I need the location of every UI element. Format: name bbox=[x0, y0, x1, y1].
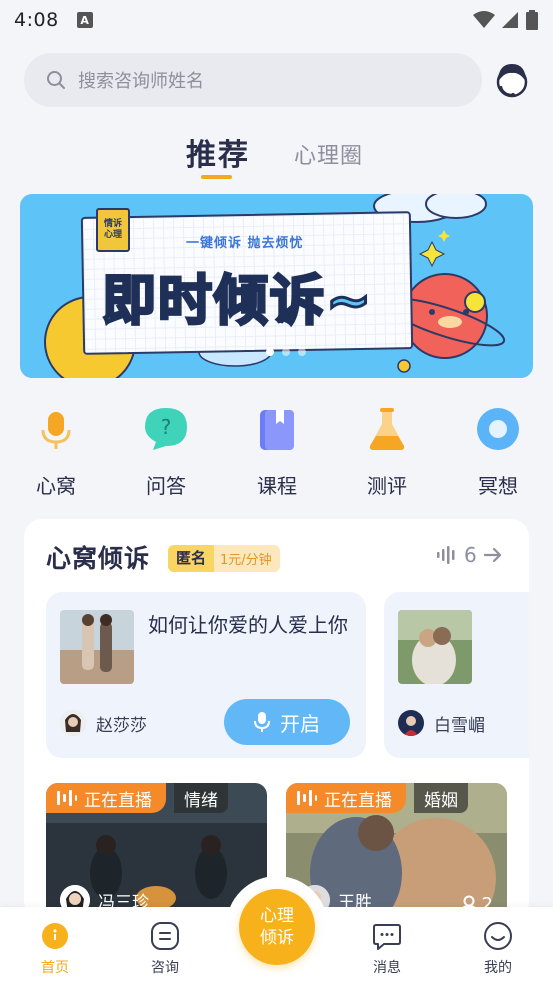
home-icon bbox=[42, 923, 68, 949]
banner-dot[interactable] bbox=[266, 348, 274, 356]
section-title: 心窝倾诉 bbox=[46, 544, 151, 573]
status-time: 4:08 bbox=[14, 9, 59, 31]
topic-photo bbox=[398, 610, 472, 684]
quick-menu-label: 课程 bbox=[257, 474, 297, 498]
consult-icon bbox=[151, 922, 179, 950]
nav-label: 我的 bbox=[484, 960, 512, 976]
topic-card[interactable]: 如何让你爱的人爱上你 赵莎莎 开启 bbox=[46, 592, 366, 758]
tab-active-indicator bbox=[201, 175, 232, 179]
nav-label: 首页 bbox=[41, 960, 69, 976]
host-avatar bbox=[60, 710, 86, 736]
live-tag: 正在直播 bbox=[46, 783, 166, 813]
book-icon bbox=[260, 410, 294, 450]
host-info: 赵莎莎 bbox=[60, 710, 147, 736]
tab-psychology-circle[interactable]: 心理圈 bbox=[294, 138, 363, 170]
search-icon bbox=[47, 71, 65, 89]
profile-smile-icon bbox=[484, 922, 512, 950]
nav-messages[interactable]: 消息 bbox=[352, 921, 422, 981]
quick-menu: 心窝 ? 问答 课程 测评 冥想 bbox=[0, 404, 553, 500]
banner-dot[interactable] bbox=[298, 348, 306, 356]
banner-subtitle: 一键倾诉 抛去烦忧 bbox=[186, 236, 304, 251]
xinwo-section: 心窝倾诉 匿名 1元/分钟 6 如何让你爱的人爱上你 赵莎莎 开启 白雪嵋 正在… bbox=[24, 519, 529, 919]
live-tag-label: 正在直播 bbox=[324, 790, 392, 811]
live-wave-icon bbox=[57, 790, 77, 806]
nav-label: 消息 bbox=[373, 960, 401, 976]
notification-icon: A bbox=[76, 12, 93, 28]
open-button-label: 开启 bbox=[280, 711, 320, 736]
host-info: 白雪嵋 bbox=[398, 710, 485, 736]
open-button[interactable]: 开启 bbox=[224, 699, 350, 745]
status-icons bbox=[473, 10, 539, 30]
live-category: 情绪 bbox=[174, 783, 228, 813]
quick-menu-item-meditation[interactable]: 冥想 bbox=[458, 404, 538, 500]
nav-home[interactable]: 首页 bbox=[20, 921, 90, 981]
host-name: 赵莎莎 bbox=[96, 715, 147, 736]
arrow-right-icon bbox=[483, 547, 501, 563]
sound-wave-icon bbox=[437, 546, 455, 564]
listener-count: 6 bbox=[464, 543, 477, 567]
message-icon bbox=[373, 924, 401, 950]
wifi-icon bbox=[473, 11, 495, 28]
anonymous-badge: 匿名 1元/分钟 bbox=[168, 545, 280, 572]
tab-recommend[interactable]: 推荐 bbox=[186, 130, 250, 174]
topic-title: 如何让你爱的人爱上你 bbox=[148, 613, 348, 637]
anonymous-label: 匿名 bbox=[168, 545, 215, 572]
status-bar: 4:08 A bbox=[0, 0, 553, 40]
center-button-line2: 倾诉 bbox=[260, 928, 294, 948]
flask-icon bbox=[369, 408, 405, 450]
banner-logo-tag: 情诉 心理 bbox=[96, 208, 130, 252]
signal-icon bbox=[502, 12, 518, 28]
quick-menu-item-course[interactable]: 课程 bbox=[237, 404, 317, 500]
section-more[interactable]: 6 bbox=[436, 543, 503, 567]
tab-bar: 推荐 心理圈 bbox=[0, 128, 553, 188]
microphone-icon bbox=[254, 712, 270, 732]
live-tag-label: 正在直播 bbox=[84, 790, 152, 811]
host-avatar bbox=[398, 710, 424, 736]
nav-label: 咨询 bbox=[151, 960, 179, 976]
question-bubble-icon: ? bbox=[145, 408, 187, 450]
nav-mine[interactable]: 我的 bbox=[463, 921, 533, 981]
nav-consult[interactable]: 咨询 bbox=[130, 921, 200, 981]
quick-menu-label: 测评 bbox=[367, 474, 407, 498]
customer-service-avatar-icon[interactable] bbox=[492, 60, 532, 100]
microphone-icon bbox=[41, 412, 71, 449]
quick-menu-label: 心窝 bbox=[36, 474, 76, 498]
quick-menu-label: 冥想 bbox=[478, 474, 518, 498]
live-wave-icon bbox=[297, 790, 317, 806]
price-label: 1元/分钟 bbox=[220, 553, 272, 568]
center-talk-button[interactable]: 心理 倾诉 bbox=[239, 889, 315, 965]
search-input[interactable]: 搜索咨询师姓名 bbox=[78, 67, 204, 93]
center-button-line1: 心理 bbox=[260, 906, 294, 926]
quick-menu-label: 问答 bbox=[146, 474, 186, 498]
host-name: 白雪嵋 bbox=[434, 715, 485, 736]
search-bar[interactable]: 搜索咨询师姓名 bbox=[24, 53, 482, 107]
promo-banner[interactable]: 情诉 心理 一键倾诉 抛去烦忧 即时倾诉~ bbox=[20, 194, 533, 378]
quick-menu-item-qa[interactable]: ? 问答 bbox=[126, 404, 206, 500]
live-tag: 正在直播 bbox=[286, 783, 406, 813]
banner-pagination bbox=[266, 348, 306, 356]
topic-image bbox=[60, 610, 134, 684]
meditation-icon bbox=[477, 408, 519, 450]
quick-menu-item-xinwo[interactable]: 心窝 bbox=[16, 404, 96, 500]
topic-card[interactable]: 白雪嵋 bbox=[384, 592, 529, 758]
banner-tag-line1: 情诉 bbox=[103, 219, 122, 229]
quick-menu-item-test[interactable]: 测评 bbox=[347, 404, 427, 500]
live-category: 婚姻 bbox=[414, 783, 468, 813]
svg-text:?: ? bbox=[161, 415, 172, 439]
banner-title: 即时倾诉~ bbox=[100, 268, 374, 334]
topic-photo bbox=[60, 610, 134, 684]
banner-tag-line2: 心理 bbox=[103, 230, 122, 240]
topic-image bbox=[398, 610, 472, 684]
banner-dot[interactable] bbox=[282, 348, 290, 356]
battery-icon bbox=[526, 10, 538, 30]
